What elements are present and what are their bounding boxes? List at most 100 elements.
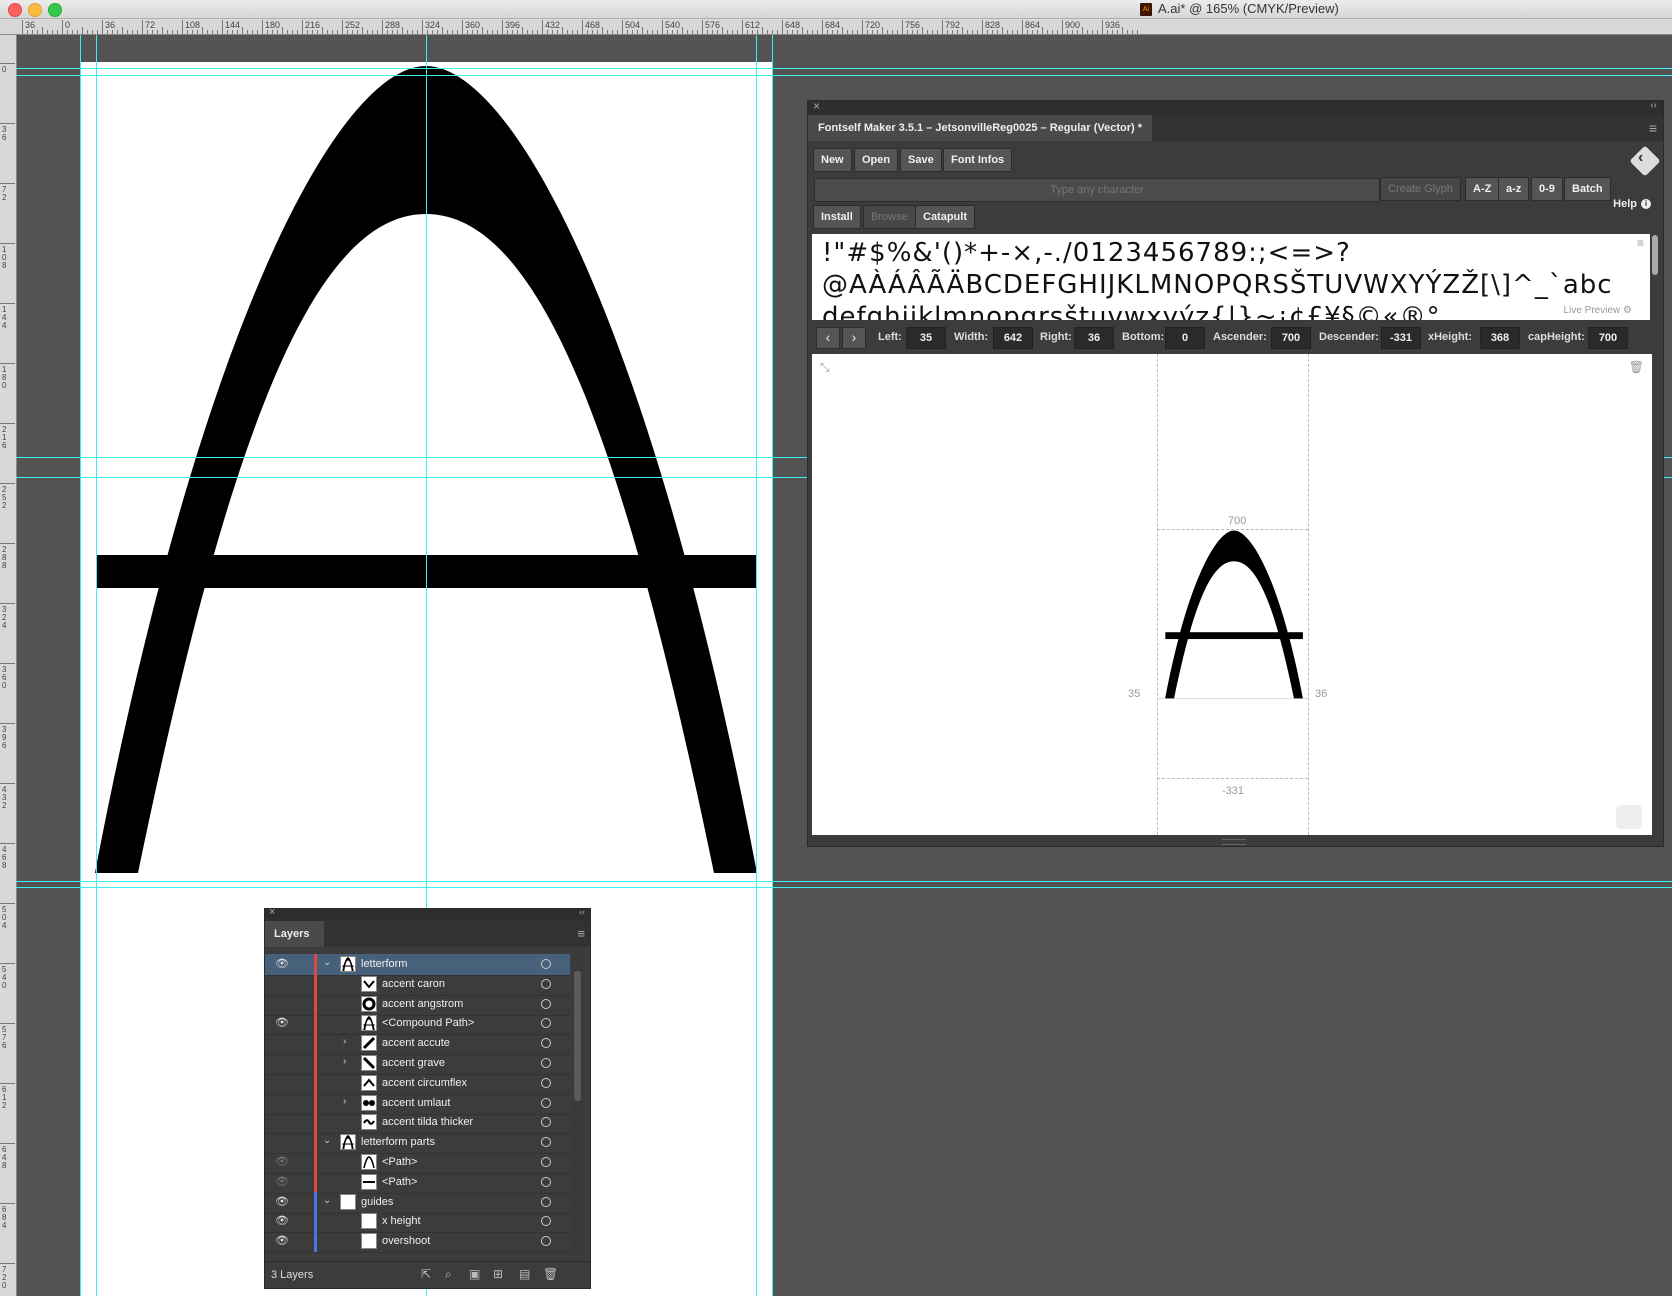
- layer-name[interactable]: accent circumflex: [382, 1077, 467, 1089]
- batch-button[interactable]: Batch: [1564, 177, 1611, 201]
- visibility-toggle[interactable]: [275, 997, 289, 1009]
- layer-name[interactable]: accent grave: [382, 1057, 445, 1069]
- visibility-eye-icon[interactable]: 👁: [275, 1016, 289, 1029]
- bottom-field[interactable]: 0: [1165, 327, 1205, 349]
- close-icon[interactable]: ×: [813, 99, 820, 113]
- layer-row[interactable]: ⌄ letterform parts: [265, 1132, 570, 1155]
- layer-row[interactable]: 👁 <Path>: [265, 1171, 570, 1194]
- layer-name[interactable]: overshoot: [382, 1235, 430, 1247]
- layer-row[interactable]: › accent grave: [265, 1053, 570, 1075]
- window-minimize-button[interactable]: [28, 3, 42, 17]
- layer-row[interactable]: › accent accute: [265, 1033, 570, 1056]
- open-button[interactable]: Open: [854, 148, 899, 172]
- chevron-down-icon[interactable]: ⌄: [323, 1135, 331, 1146]
- visibility-toggle[interactable]: [275, 1096, 289, 1108]
- guide-horizontal-overshoot[interactable]: [16, 68, 1672, 69]
- digits-button[interactable]: 0-9: [1531, 177, 1563, 201]
- panel-menu-icon[interactable]: ≡: [577, 926, 585, 941]
- target-circle-icon[interactable]: [541, 978, 551, 989]
- new-button[interactable]: New: [813, 148, 852, 172]
- visibility-eye-icon[interactable]: 👁: [275, 957, 289, 970]
- layer-name[interactable]: accent caron: [382, 978, 445, 990]
- target-circle-icon[interactable]: [541, 959, 551, 969]
- layer-row[interactable]: 👁 ⌄ letterform: [265, 954, 570, 976]
- layer-name[interactable]: letterform: [361, 958, 407, 970]
- preview-menu-icon[interactable]: ≡: [1637, 236, 1644, 250]
- target-circle-icon[interactable]: [541, 1216, 551, 1227]
- layer-row[interactable]: accent caron: [265, 973, 570, 996]
- target-circle-icon[interactable]: [541, 1196, 551, 1207]
- target-circle-icon[interactable]: [541, 1038, 551, 1049]
- previous-glyph-button[interactable]: ‹: [816, 327, 840, 349]
- visibility-eye-icon[interactable]: 👁: [275, 1195, 289, 1208]
- target-circle-icon[interactable]: [541, 1236, 551, 1247]
- layer-row[interactable]: 👁 <Compound Path>: [265, 1013, 570, 1036]
- target-circle-icon[interactable]: [541, 1117, 551, 1128]
- visibility-eye-icon[interactable]: 👁: [275, 1155, 289, 1168]
- visibility-toggle[interactable]: [275, 1076, 289, 1088]
- new-sublayer-icon[interactable]: ⊞: [493, 1267, 503, 1281]
- layer-row[interactable]: accent angstrom: [265, 993, 570, 1016]
- guide-horizontal-baseline[interactable]: [16, 881, 1672, 882]
- layer-row[interactable]: › accent umlaut: [265, 1092, 570, 1115]
- target-circle-icon[interactable]: [541, 1018, 551, 1029]
- width-field[interactable]: 642: [993, 327, 1033, 349]
- visibility-eye-icon[interactable]: 👁: [275, 1175, 289, 1188]
- collapse-icon[interactable]: ‹‹: [579, 907, 585, 917]
- collapse-icon[interactable]: ‹‹: [1650, 100, 1657, 111]
- font-infos-button[interactable]: Font Infos: [943, 148, 1013, 172]
- layer-row[interactable]: accent circumflex: [265, 1072, 570, 1095]
- close-icon[interactable]: ×: [269, 906, 275, 918]
- guide-vertical[interactable]: [80, 35, 81, 1296]
- visibility-toggle[interactable]: [275, 1135, 289, 1147]
- guide-vertical[interactable]: [96, 35, 97, 1296]
- resize-grip[interactable]: [1222, 839, 1246, 845]
- target-circle-icon[interactable]: [541, 1058, 551, 1068]
- target-circle-icon[interactable]: [541, 998, 551, 1009]
- trash-icon[interactable]: 🗑: [1629, 360, 1644, 374]
- az-uppercase-button[interactable]: A-Z: [1465, 177, 1500, 201]
- target-circle-icon[interactable]: [541, 1077, 551, 1088]
- chevron-right-icon[interactable]: ›: [343, 1036, 346, 1047]
- layer-name[interactable]: accent angstrom: [382, 998, 463, 1010]
- collapse-arrows-icon[interactable]: ⤡: [820, 360, 830, 375]
- layer-row[interactable]: 👁 x height: [265, 1211, 570, 1234]
- layer-name[interactable]: <Path>: [382, 1156, 417, 1168]
- target-circle-icon[interactable]: [541, 1157, 551, 1167]
- visibility-toggle[interactable]: [275, 1115, 289, 1127]
- layer-row[interactable]: 👁 <Path>: [265, 1152, 570, 1174]
- layer-row[interactable]: 👁 overshoot: [265, 1231, 570, 1254]
- visibility-eye-icon[interactable]: 👁: [275, 1214, 289, 1227]
- window-zoom-button[interactable]: [48, 3, 62, 17]
- right-field[interactable]: 36: [1074, 327, 1114, 349]
- layer-name[interactable]: <Compound Path>: [382, 1017, 474, 1029]
- target-circle-icon[interactable]: [541, 1137, 551, 1148]
- export-icon[interactable]: ⇱: [421, 1267, 431, 1281]
- chevron-down-icon[interactable]: ⌄: [323, 1195, 331, 1206]
- left-field[interactable]: 35: [906, 327, 946, 349]
- delete-layer-icon[interactable]: 🗑: [543, 1267, 558, 1281]
- chevron-right-icon[interactable]: ›: [343, 1096, 346, 1107]
- ascender-field[interactable]: 700: [1271, 327, 1311, 349]
- new-layer-icon[interactable]: ▤: [519, 1267, 530, 1281]
- locate-object-icon[interactable]: ⌕: [445, 1267, 452, 1282]
- glyph-edit-canvas[interactable]: ⤡ 🗑 700 35 36 -331: [812, 354, 1652, 835]
- capheight-field[interactable]: 700: [1588, 327, 1628, 349]
- az-lowercase-button[interactable]: a-z: [1498, 177, 1530, 201]
- chat-icon[interactable]: [1616, 805, 1642, 829]
- guide-vertical[interactable]: [772, 35, 773, 1296]
- layer-name[interactable]: letterform parts: [361, 1136, 435, 1148]
- layer-name[interactable]: accent umlaut: [382, 1097, 450, 1109]
- layer-name[interactable]: <Path>: [382, 1176, 417, 1188]
- visibility-toggle[interactable]: [275, 1036, 289, 1048]
- target-circle-icon[interactable]: [541, 1176, 551, 1187]
- window-close-button[interactable]: [8, 3, 22, 17]
- visibility-toggle[interactable]: [275, 1056, 289, 1068]
- guide-horizontal[interactable]: [16, 887, 1672, 888]
- tab-layers[interactable]: Layers: [265, 921, 324, 947]
- guide-vertical[interactable]: [756, 35, 757, 1296]
- chevron-right-icon[interactable]: ›: [343, 1056, 346, 1067]
- visibility-toggle[interactable]: [275, 977, 289, 989]
- vertical-ruler[interactable]: 0 36 72 108 144 180 216 252 288 324 360 396 432 468 50…: [0, 35, 17, 1296]
- install-button[interactable]: Install: [813, 205, 861, 229]
